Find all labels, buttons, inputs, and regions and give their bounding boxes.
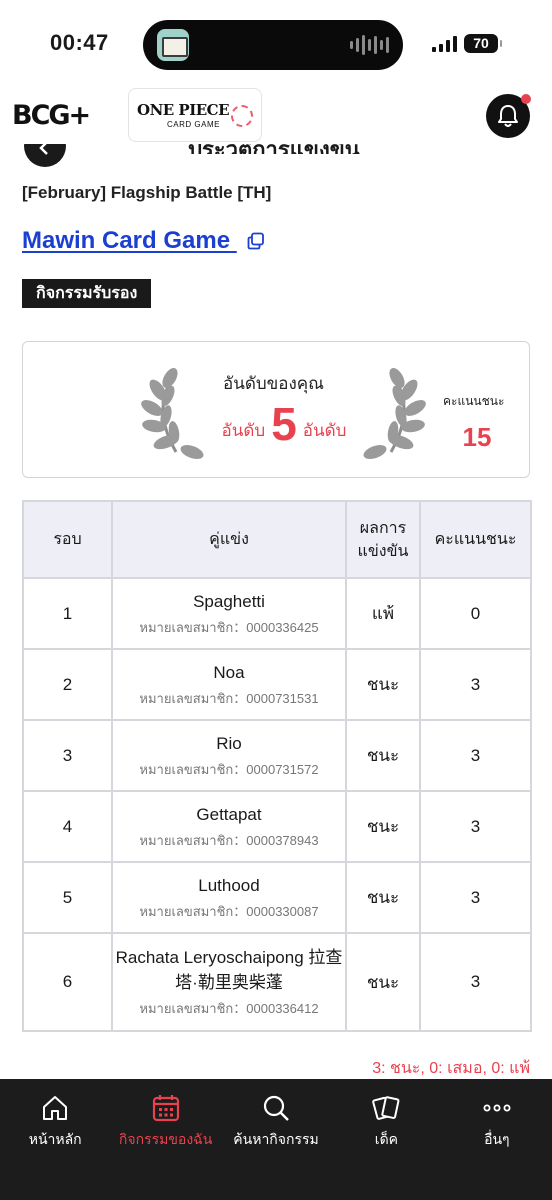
table-row: 2 Noa หมายเลขสมาชิก：0000731531 ชนะ 3 [22,648,532,721]
shop-link[interactable]: Mawin Card Game [22,227,265,255]
round-cell: 4 [22,790,113,863]
signal-icon [432,36,457,52]
table-header-row: รอบ คู่แข่ง ผลการแข่งขัน คะแนนชนะ [22,500,532,579]
nav-label: เด็ค [374,1131,399,1147]
home-icon [43,1096,68,1120]
table-row: 4 Gettapat หมายเลขสมาชิก：0000378943 ชนะ 3 [22,790,532,863]
record-summary: 3: ชนะ, 0: เสมอ, 0: แพ้ [372,1060,530,1077]
rank-prefix: อันดับ [221,421,266,440]
opponent-cell: Rachata Leryoschaipong 拉查塔·勒里奥柴蓬 หมายเลขส… [111,932,347,1032]
switch-game-icon [231,105,253,127]
opponent-name: Spaghetti [193,592,265,611]
nav-label: กิจกรรมของฉัน [118,1131,213,1147]
result-cell: ชนะ [345,648,421,721]
round-cell: 3 [22,719,113,792]
points-cell: 3 [419,932,532,1032]
nav-item-my-events[interactable]: กิจกรรมของฉัน [110,1079,220,1200]
opponent-cell: Luthood หมายเลขสมาชิก：0000330087 [111,861,347,934]
result-cell: ชนะ [345,932,421,1032]
member-id: หมายเลขสมาชิก：0000336425 [139,620,319,635]
certified-event-badge: กิจกรรมรับรอง [22,279,152,308]
table-row: 6 Rachata Leryoschaipong 拉查塔·勒里奥柴蓬 หมายเล… [22,932,532,1032]
member-id: หมายเลขสมาชิก：0000731531 [139,691,319,706]
dynamic-island [143,20,403,70]
results-table: รอบ คู่แข่ง ผลการแข่งขัน คะแนนชนะ 1 Spag… [22,500,532,1032]
nav-label: หน้าหลัก [28,1131,82,1147]
event-name: [February] Flagship Battle [TH] [22,183,272,202]
nav-item-more[interactable]: อื่นๆ [442,1079,552,1200]
audio-wave-icon [350,35,389,55]
notification-dot [521,94,531,104]
nav-label: อื่นๆ [484,1131,510,1147]
header-round: รอบ [22,500,113,579]
bottom-nav: หน้าหลัก กิจกรรมของฉัน ค้นหากิจกรรม เด็ค [0,1079,552,1200]
opponent-name: Rio [216,734,242,753]
header-result: ผลการแข่งขัน [345,500,421,579]
app-header: BCG+ ONE PIECE CARD GAME [0,86,552,150]
member-id: หมายเลขสมาชิก：0000336412 [139,1001,319,1016]
member-id: หมายเลขสมาชิก：0000330087 [139,904,319,919]
opponent-name: Gettapat [196,805,262,824]
header-win-points: คะแนนชนะ [419,500,532,579]
table-row: 1 Spaghetti หมายเลขสมาชิก：0000336425 แพ้ … [22,577,532,650]
opponent-cell: Spaghetti หมายเลขสมาชิก：0000336425 [111,577,347,650]
table-row: 5 Luthood หมายเลขสมาชิก：0000330087 ชนะ 3 [22,861,532,934]
round-cell: 5 [22,861,113,934]
round-cell: 2 [22,648,113,721]
opponent-name: Rachata Leryoschaipong 拉查塔·勒里奥柴蓬 [115,948,343,992]
opponent-name: Luthood [198,876,260,895]
shop-name[interactable]: Mawin Card Game [22,227,230,254]
bell-icon [498,105,518,127]
now-playing-app-icon [157,29,189,61]
round-cell: 6 [22,932,113,1032]
bcg-logo[interactable]: BCG+ [12,100,91,131]
points-cell: 3 [419,648,532,721]
your-rank-label: อันดับของคุณ [223,374,324,393]
result-cell: แพ้ [345,577,421,650]
rank-display: อันดับ 5 อันดับ [209,397,359,451]
rank-suffix: อันดับ [302,421,347,440]
points-cell: 3 [419,861,532,934]
opponent-cell: Gettapat หมายเลขสมาชิก：0000378943 [111,790,347,863]
win-points-value: 15 [462,422,492,452]
points-cell: 0 [419,577,532,650]
table-row: 3 Rio หมายเลขสมาชิก：0000731572 ชนะ 3 [22,719,532,792]
battery-icon: 70 [464,34,502,53]
nav-item-search-events[interactable]: ค้นหากิจกรรม [221,1079,331,1200]
points-cell: 3 [419,719,532,792]
result-cell: ชนะ [345,719,421,792]
opponent-cell: Rio หมายเลขสมาชิก：0000731572 [111,719,347,792]
rank-card: อันดับของคุณ อันดับ 5 อันดับ คะแนนชนะ 15 [22,341,530,478]
more-icon [483,1104,511,1112]
one-piece-logo-title: ONE PIECE [137,101,230,119]
win-points-label: คะแนนชนะ [443,394,505,408]
header-opponent: คู่แข่ง [111,500,347,579]
one-piece-logo[interactable]: ONE PIECE CARD GAME [128,88,262,142]
one-piece-logo-subtitle: CARD GAME [167,120,220,129]
member-id: หมายเลขสมาชิก：0000378943 [139,833,319,848]
search-icon [263,1095,289,1121]
result-cell: ชนะ [345,790,421,863]
status-time: 00:47 [50,30,109,55]
nav-label: ค้นหากิจกรรม [233,1131,319,1147]
cards-icon [372,1096,400,1120]
round-cell: 1 [22,577,113,650]
status-bar: 00:47 70 [0,0,552,86]
nav-item-deck[interactable]: เด็ค [331,1079,441,1200]
points-cell: 3 [419,790,532,863]
opponent-cell: Noa หมายเลขสมาชิก：0000731531 [111,648,347,721]
copy-icon[interactable] [247,232,265,250]
calendar-icon [152,1095,179,1122]
rank-number: 5 [271,398,297,450]
notification-button[interactable] [486,94,531,138]
result-cell: ชนะ [345,861,421,934]
nav-item-home[interactable]: หน้าหลัก [0,1079,110,1200]
opponent-name: Noa [213,663,245,682]
member-id: หมายเลขสมาชิก：0000731572 [139,762,319,777]
